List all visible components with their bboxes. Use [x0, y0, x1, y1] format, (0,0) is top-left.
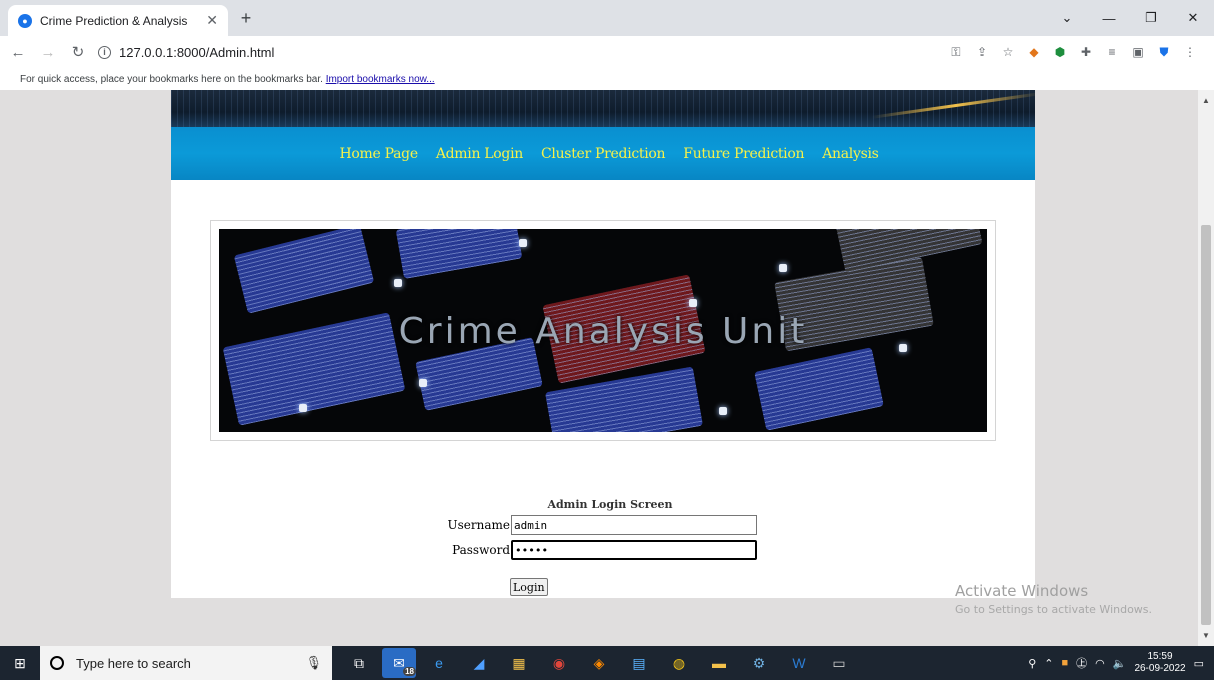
tray-app-icon[interactable]: ■: [1061, 657, 1068, 669]
browser-toolbar: ← → ↻ i 127.0.0.1:8000/Admin.html ⚿ ⇪ ☆ …: [0, 36, 1214, 68]
windows-start-icon[interactable]: ⊞: [0, 646, 40, 680]
username-row: Username: [441, 515, 757, 535]
key-icon[interactable]: ⚿: [946, 40, 966, 64]
cortana-circle-icon: [50, 656, 64, 670]
tray-chevron-icon[interactable]: ⌃: [1044, 657, 1053, 670]
minimize-button[interactable]: —: [1088, 0, 1130, 36]
task-view-icon[interactable]: ⧉: [342, 648, 376, 678]
microphone-icon[interactable]: 🎙: [305, 655, 322, 671]
password-row: Password: [441, 540, 757, 560]
word-icon[interactable]: W: [782, 648, 816, 678]
metamask-icon[interactable]: ◆: [1024, 40, 1044, 64]
window-controls: ⌄ — ❐ ✕: [1046, 0, 1214, 36]
banner-title: Crime Analysis Unit: [398, 311, 808, 352]
activate-windows-watermark: Activate Windows Go to Settings to activ…: [955, 582, 1152, 616]
nav-cluster-prediction[interactable]: Cluster Prediction: [541, 146, 666, 162]
bookmark-star-icon[interactable]: ☆: [998, 40, 1018, 64]
taskbar-clock[interactable]: 15:59 26-09-2022: [1134, 651, 1185, 675]
forward-arrow-icon[interactable]: →: [36, 44, 60, 61]
edge-legacy-icon[interactable]: e: [422, 648, 456, 678]
address-bar[interactable]: i 127.0.0.1:8000/Admin.html: [98, 40, 898, 64]
tab-title: Crime Prediction & Analysis: [40, 13, 188, 28]
side-panel-icon[interactable]: ▣: [1128, 40, 1148, 64]
taskbar-apps: ⧉ ✉ 18 e ◢ ▦ ◉ ◈ ▤ ◍ ▬ ⚙ W ▭: [342, 648, 856, 678]
username-input[interactable]: [511, 515, 757, 535]
restore-button[interactable]: ❐: [1130, 0, 1172, 36]
password-label: Password: [452, 543, 510, 557]
app-doc-icon[interactable]: ▤: [622, 648, 656, 678]
clock-date: 26-09-2022: [1134, 663, 1186, 674]
scroll-down-icon[interactable]: ▼: [1202, 631, 1210, 640]
taskbar-search[interactable]: Type here to search 🎙: [40, 646, 332, 680]
login-button[interactable]: Login: [510, 578, 548, 596]
extensions-puzzle-icon[interactable]: ✚: [1076, 40, 1096, 64]
reading-list-icon[interactable]: ≡: [1102, 40, 1122, 64]
new-tab-button[interactable]: +: [236, 8, 256, 29]
admin-login-form: Admin Login Screen Username Password Log…: [171, 498, 1035, 596]
nav-analysis[interactable]: Analysis: [822, 146, 879, 162]
bookmarks-hint: For quick access, place your bookmarks h…: [20, 74, 323, 85]
scroll-up-icon[interactable]: ▲: [1202, 96, 1210, 105]
app-tools-icon[interactable]: ⚙: [742, 648, 776, 678]
app-blue-icon[interactable]: ◢: [462, 648, 496, 678]
watermark-line-1: Activate Windows: [955, 582, 1089, 600]
nav-admin-login[interactable]: Admin Login: [436, 146, 523, 162]
taskbar-search-placeholder: Type here to search: [76, 655, 191, 671]
password-input[interactable]: [511, 540, 757, 560]
banner-frame: Crime Analysis Unit: [210, 220, 996, 441]
more-menu-icon[interactable]: ⋮: [1180, 40, 1200, 64]
browser-tab-strip: ● Crime Prediction & Analysis ✕ + ⌄ — ❐ …: [0, 0, 1214, 36]
site-info-icon[interactable]: i: [98, 45, 111, 59]
page-viewport: Home Page Admin Login Cluster Prediction…: [0, 90, 1198, 646]
scroll-thumb[interactable]: [1201, 225, 1211, 625]
wifi-icon[interactable]: ◠: [1095, 657, 1105, 670]
nav-future-prediction[interactable]: Future Prediction: [683, 146, 804, 162]
site-nav: Home Page Admin Login Cluster Prediction…: [171, 127, 1035, 180]
people-icon[interactable]: ⚲: [1028, 657, 1036, 670]
extension-icons: ⚿ ⇪ ☆ ◆ ⬢ ✚ ≡ ▣ ⛊ ⋮: [946, 40, 1200, 64]
login-title: Admin Login Screen: [547, 498, 673, 511]
windows-taskbar: ⊞ Type here to search 🎙 ⧉ ✉ 18 e ◢ ▦ ◉ ◈ …: [0, 646, 1214, 680]
browser-tab[interactable]: ● Crime Prediction & Analysis ✕: [8, 5, 228, 36]
mail-badge: 18: [403, 667, 416, 676]
close-window-button[interactable]: ✕: [1172, 0, 1214, 36]
mail-icon[interactable]: ✉ 18: [382, 648, 416, 678]
blue-shield-icon[interactable]: ⛊: [1154, 40, 1174, 64]
clock-time: 15:59: [1147, 651, 1173, 662]
system-tray: ⚲ ⌃ ■ ㊤ ◠ 🔈 15:59 26-09-2022 ▭: [1028, 646, 1214, 680]
username-label: Username: [447, 518, 510, 532]
header-image: [171, 90, 1035, 127]
page-container: Home Page Admin Login Cluster Prediction…: [171, 90, 1035, 598]
app-orange-icon[interactable]: ◈: [582, 648, 616, 678]
crime-analysis-banner-image: Crime Analysis Unit: [219, 229, 987, 432]
file-explorer-icon[interactable]: ▬: [702, 648, 736, 678]
reload-icon[interactable]: ↻: [66, 43, 90, 61]
notifications-icon[interactable]: ▭: [1194, 657, 1204, 670]
tab-search-chevron-icon[interactable]: ⌄: [1046, 0, 1088, 36]
volume-icon[interactable]: 🔈: [1113, 657, 1127, 670]
green-shield-icon[interactable]: ⬢: [1050, 40, 1070, 64]
store-icon[interactable]: ▦: [502, 648, 536, 678]
import-bookmarks-link[interactable]: Import bookmarks now...: [326, 74, 435, 85]
watermark-line-2: Go to Settings to activate Windows.: [955, 603, 1153, 616]
app-red-icon[interactable]: ◉: [542, 648, 576, 678]
terminal-icon[interactable]: ▭: [822, 648, 856, 678]
bookmarks-bar: For quick access, place your bookmarks h…: [0, 68, 1214, 90]
site-favicon-icon: ●: [18, 13, 32, 28]
share-icon[interactable]: ⇪: [972, 40, 992, 64]
language-icon[interactable]: ㊤: [1076, 655, 1087, 671]
back-arrow-icon[interactable]: ←: [6, 44, 30, 61]
vertical-scrollbar[interactable]: ▲ ▼: [1198, 90, 1214, 646]
nav-home-page[interactable]: Home Page: [339, 146, 418, 162]
close-tab-icon[interactable]: ✕: [206, 12, 218, 29]
url-text[interactable]: 127.0.0.1:8000/Admin.html: [119, 45, 274, 60]
chrome-icon[interactable]: ◍: [662, 648, 696, 678]
